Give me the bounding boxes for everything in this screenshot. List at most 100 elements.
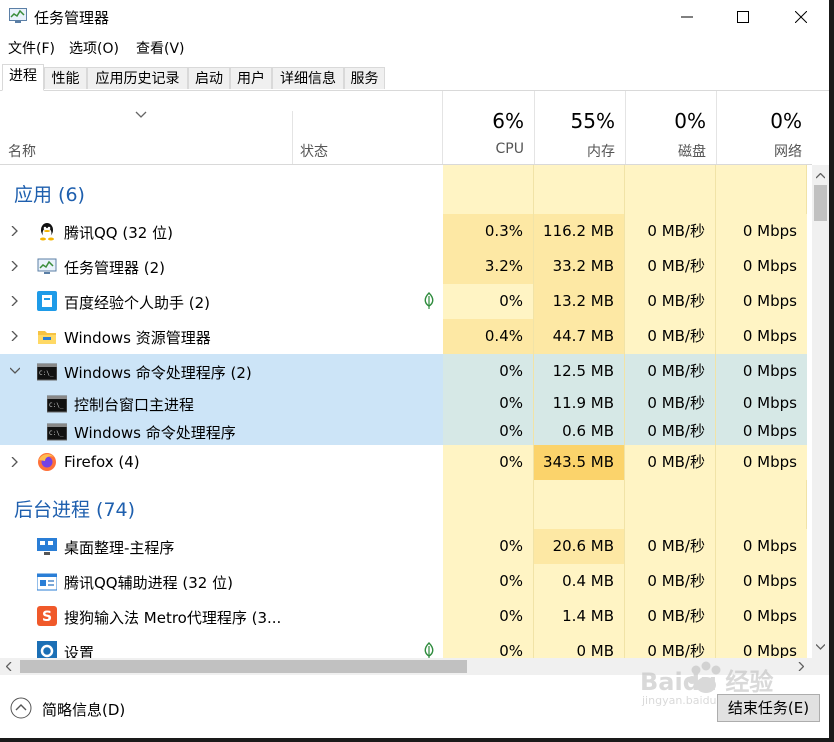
maximize-icon xyxy=(737,11,749,23)
title-bar: 任务管理器 xyxy=(0,0,834,34)
horizontal-scroll-thumb[interactable] xyxy=(20,660,467,673)
tab-services[interactable]: 服务 xyxy=(344,67,385,89)
tab-details[interactable]: 详细信息 xyxy=(272,67,344,89)
menu-options[interactable]: 选项(O) xyxy=(69,38,119,58)
memory-value: 33.2 MB xyxy=(534,249,624,284)
table-row[interactable]: Firefox (4) 0% 343.5 MB 0 MB/秒 0 Mbps xyxy=(0,445,812,480)
network-value: 0 Mbps xyxy=(716,529,807,564)
cmd-icon: C:\_ xyxy=(47,395,67,413)
disk-value: 0 MB/秒 xyxy=(625,417,715,445)
column-memory[interactable]: 55% 内存 xyxy=(534,91,625,164)
table-subrow[interactable]: C:\_ Windows 命令处理程序 0% 0.6 MB 0 MB/秒 0 M… xyxy=(0,417,812,445)
cpu-value: 0% xyxy=(443,564,533,599)
qq-icon xyxy=(40,223,54,241)
process-name: Windows 命令处理程序 xyxy=(74,424,236,442)
process-name: 腾讯QQ (32 位) xyxy=(64,224,173,242)
column-status[interactable]: 状态 xyxy=(300,141,328,161)
column-network[interactable]: 0% 网络 xyxy=(716,91,812,164)
tab-app-history[interactable]: 应用历史记录 xyxy=(87,67,188,89)
memory-value: 11.9 MB xyxy=(534,389,624,417)
memory-value: 1.4 MB xyxy=(534,599,624,634)
process-name: 搜狗输入法 Metro代理程序 (3... xyxy=(64,609,282,627)
cpu-value: 0% xyxy=(443,445,533,480)
tab-users[interactable]: 用户 xyxy=(230,67,272,89)
efficiency-leaf-icon xyxy=(424,292,434,309)
table-row-selected[interactable]: C:\_ Windows 命令处理程序 (2) 0% 12.5 MB 0 MB/… xyxy=(0,354,812,389)
section-apps[interactable]: 应用 (6) xyxy=(14,180,85,207)
disk-total: 0% xyxy=(674,109,706,133)
svg-text:C:\_: C:\_ xyxy=(49,402,64,409)
network-value: 0 Mbps xyxy=(716,445,807,480)
process-name: 任务管理器 (2) xyxy=(64,259,166,277)
chevron-right-icon[interactable] xyxy=(10,331,20,341)
vertical-scrollbar[interactable] xyxy=(812,165,829,658)
chevron-up-circle-icon xyxy=(10,697,32,719)
cpu-value: 0% xyxy=(443,634,533,658)
table-row[interactable]: 腾讯QQ辅助进程 (32 位) 0% 0.4 MB 0 MB/秒 0 Mbps xyxy=(0,564,812,599)
svg-text:S: S xyxy=(42,609,52,625)
vertical-scroll-thumb[interactable] xyxy=(814,185,827,221)
window-title: 任务管理器 xyxy=(34,9,110,27)
network-value: 0 Mbps xyxy=(716,319,807,354)
chevron-down-icon[interactable] xyxy=(10,366,20,376)
network-value: 0 Mbps xyxy=(716,417,807,445)
table-row[interactable]: 百度经验个人助手 (2) 0% 13.2 MB 0 MB/秒 0 Mbps xyxy=(0,284,812,319)
explorer-icon xyxy=(38,331,56,344)
cpu-value: 0% xyxy=(443,599,533,634)
disk-value: 0 MB/秒 xyxy=(625,634,715,658)
table-row[interactable]: 设置 0% 0 MB 0 MB/秒 0 Mbps xyxy=(0,634,812,658)
process-name: 桌面整理-主程序 xyxy=(64,539,175,557)
chevron-right-icon[interactable] xyxy=(10,226,20,236)
firefox-icon xyxy=(38,453,56,471)
close-icon xyxy=(795,11,807,23)
disk-value: 0 MB/秒 xyxy=(625,319,715,354)
scroll-down-icon[interactable] xyxy=(816,644,825,650)
table-row[interactable]: S 搜狗输入法 Metro代理程序 (3... 0% 1.4 MB 0 MB/秒… xyxy=(0,599,812,634)
section-background[interactable]: 后台进程 (74) xyxy=(14,495,135,522)
tab-startup[interactable]: 启动 xyxy=(188,67,230,89)
network-value: 0 Mbps xyxy=(716,599,807,634)
table-row[interactable]: 任务管理器 (2) 3.2% 33.2 MB 0 MB/秒 0 Mbps xyxy=(0,249,812,284)
table-row[interactable]: Windows 资源管理器 0.4% 44.7 MB 0 MB/秒 0 Mbps xyxy=(0,319,812,354)
table-subrow[interactable]: C:\_ 控制台窗口主进程 0% 11.9 MB 0 MB/秒 0 Mbps xyxy=(0,389,812,417)
menu-file[interactable]: 文件(F) xyxy=(8,38,55,58)
memory-value: 0 MB xyxy=(534,634,624,658)
svg-text:C:\_: C:\_ xyxy=(39,370,54,377)
chevron-right-icon[interactable] xyxy=(10,296,20,306)
maximize-button[interactable] xyxy=(720,0,766,34)
network-value: 0 Mbps xyxy=(716,634,807,658)
process-name: Windows 资源管理器 xyxy=(64,329,211,347)
sort-chevron-down-icon[interactable] xyxy=(135,111,147,119)
scroll-left-icon[interactable] xyxy=(6,662,12,671)
close-button[interactable] xyxy=(778,0,824,34)
table-row[interactable]: 桌面整理-主程序 0% 20.6 MB 0 MB/秒 0 Mbps xyxy=(0,529,812,564)
tab-performance[interactable]: 性能 xyxy=(44,67,87,89)
memory-value: 12.5 MB xyxy=(534,354,624,389)
minimize-button[interactable] xyxy=(664,0,710,34)
disk-value: 0 MB/秒 xyxy=(625,445,715,480)
menu-bar: 文件(F) 选项(O) 查看(V) xyxy=(0,36,834,60)
scroll-up-icon[interactable] xyxy=(816,173,825,179)
column-name[interactable]: 名称 xyxy=(8,141,36,161)
end-task-button[interactable]: 结束任务(E) xyxy=(717,694,820,722)
memory-value: 0.4 MB xyxy=(534,564,624,599)
tab-processes[interactable]: 进程 xyxy=(2,64,44,91)
svg-text:C:\_: C:\_ xyxy=(49,430,64,437)
column-cpu[interactable]: 6% CPU xyxy=(442,91,534,164)
column-disk[interactable]: 0% 磁盘 xyxy=(625,91,716,164)
minimize-icon xyxy=(681,16,693,18)
task-manager-icon xyxy=(9,8,27,23)
tab-strip: 进程 性能 应用历史记录 启动 用户 详细信息 服务 xyxy=(0,64,834,91)
cpu-value: 0% xyxy=(443,354,533,389)
cpu-value: 0% xyxy=(443,529,533,564)
chevron-right-icon[interactable] xyxy=(10,261,20,271)
disk-value: 0 MB/秒 xyxy=(625,354,715,389)
chevron-right-icon[interactable] xyxy=(10,457,20,467)
table-row[interactable]: 腾讯QQ (32 位) 0.3% 116.2 MB 0 MB/秒 0 Mbps xyxy=(0,214,812,249)
network-value: 0 Mbps xyxy=(716,284,807,319)
efficiency-leaf-icon xyxy=(424,642,434,658)
cpu-value: 0% xyxy=(443,284,533,319)
menu-view[interactable]: 查看(V) xyxy=(136,38,185,58)
memory-value: 343.5 MB xyxy=(534,445,624,480)
process-name: 腾讯QQ辅助进程 (32 位) xyxy=(64,574,233,592)
